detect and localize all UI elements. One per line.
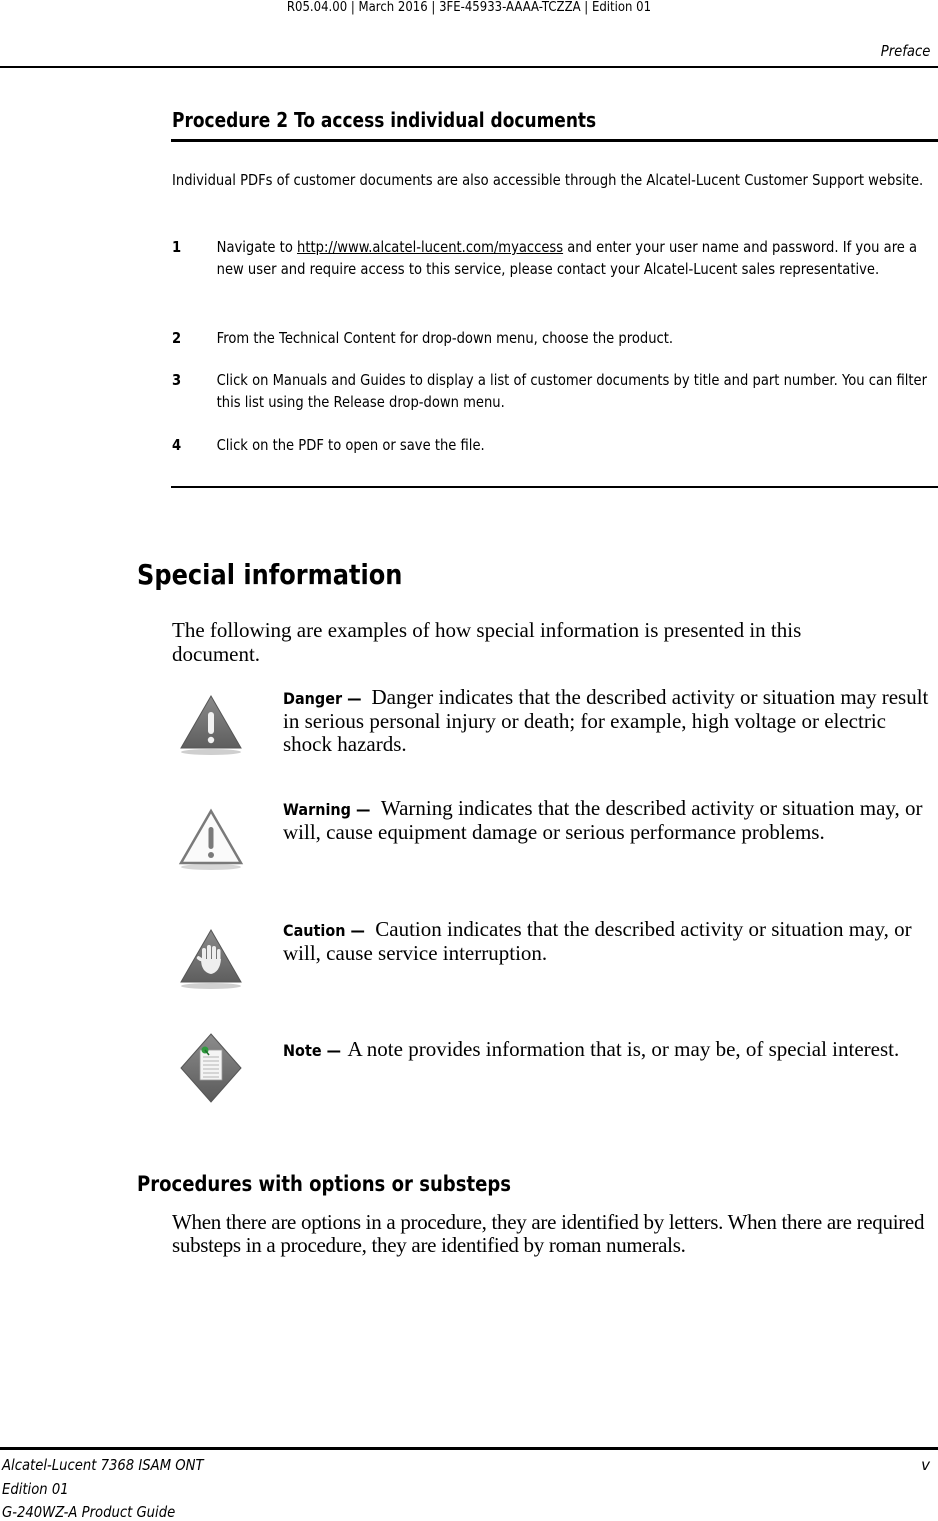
note-label: Note — [283, 1041, 342, 1060]
step-number: 1 [172, 238, 182, 256]
procedure-step: 1 Navigate to http://www.alcatel-lucent.… [172, 236, 938, 280]
warning-label: Warning — [283, 800, 371, 819]
note-document-icon [180, 1033, 242, 1103]
step-number: 2 [172, 329, 182, 347]
note-description: A note provides information that is, or … [343, 1037, 900, 1061]
footer-rule [0, 1447, 938, 1450]
procedure-bottom-rule [171, 486, 938, 488]
procedure-step: 3 Click on Manuals and Guides to display… [172, 369, 938, 413]
danger-label: Danger — [283, 689, 362, 708]
substeps-body: When there are options in a procedure, t… [172, 1210, 925, 1257]
danger-notice-text: Danger — Danger indicates that the descr… [283, 686, 933, 756]
danger-triangle-icon [180, 694, 242, 755]
warning-notice-text: Warning — Warning indicates that the des… [283, 797, 933, 844]
note-notice-text: Note — A note provides information that … [283, 1038, 933, 1062]
special-information-heading: Special information [137, 558, 403, 591]
procedure-top-rule [171, 139, 938, 142]
header-rule [0, 66, 938, 68]
procedure-title: Procedure 2 To access individual documen… [172, 108, 597, 132]
step-text-before-link: Navigate to [216, 238, 298, 256]
caution-description: Caution indicates that the described act… [283, 917, 912, 965]
step-text: Navigate to http://www.alcatel-lucent.co… [217, 236, 938, 280]
warning-description: Warning indicates that the described act… [283, 796, 923, 844]
special-information-intro: The following are examples of how specia… [172, 618, 802, 666]
substeps-heading: Procedures with options or substeps [137, 1172, 512, 1196]
step-number: 3 [172, 371, 182, 389]
procedure-step: 2 From the Technical Content for drop-do… [172, 327, 938, 349]
step-number: 4 [172, 436, 182, 454]
footer-edition: Edition 01 [2, 1480, 69, 1498]
footer-guide: G-240WZ-A Product Guide [2, 1503, 176, 1521]
caution-label: Caution — [283, 921, 365, 940]
step-text: Click on the PDF to open or save the fil… [216, 436, 485, 454]
running-head: Preface [880, 42, 930, 60]
page-number: v [921, 1456, 930, 1474]
step-text: Click on Manuals and Guides to display a… [216, 371, 928, 411]
document-meta: R05.04.00 | March 2016 | 3FE-45933-AAAA-… [286, 0, 652, 15]
myaccess-link[interactable]: http://www.alcatel-lucent.com/myaccess [297, 238, 563, 256]
caution-notice-text: Caution — Caution indicates that the des… [283, 918, 933, 965]
procedure-step: 4 Click on the PDF to open or save the f… [172, 434, 938, 456]
caution-hand-icon [180, 928, 242, 989]
step-text: From the Technical Content for drop-down… [216, 329, 674, 347]
procedure-intro: Individual PDFs of customer documents ar… [172, 171, 924, 189]
footer-product: Alcatel-Lucent 7368 ISAM ONT [2, 1456, 204, 1474]
warning-triangle-icon [178, 808, 244, 870]
danger-description: Danger indicates that the described acti… [283, 685, 929, 756]
